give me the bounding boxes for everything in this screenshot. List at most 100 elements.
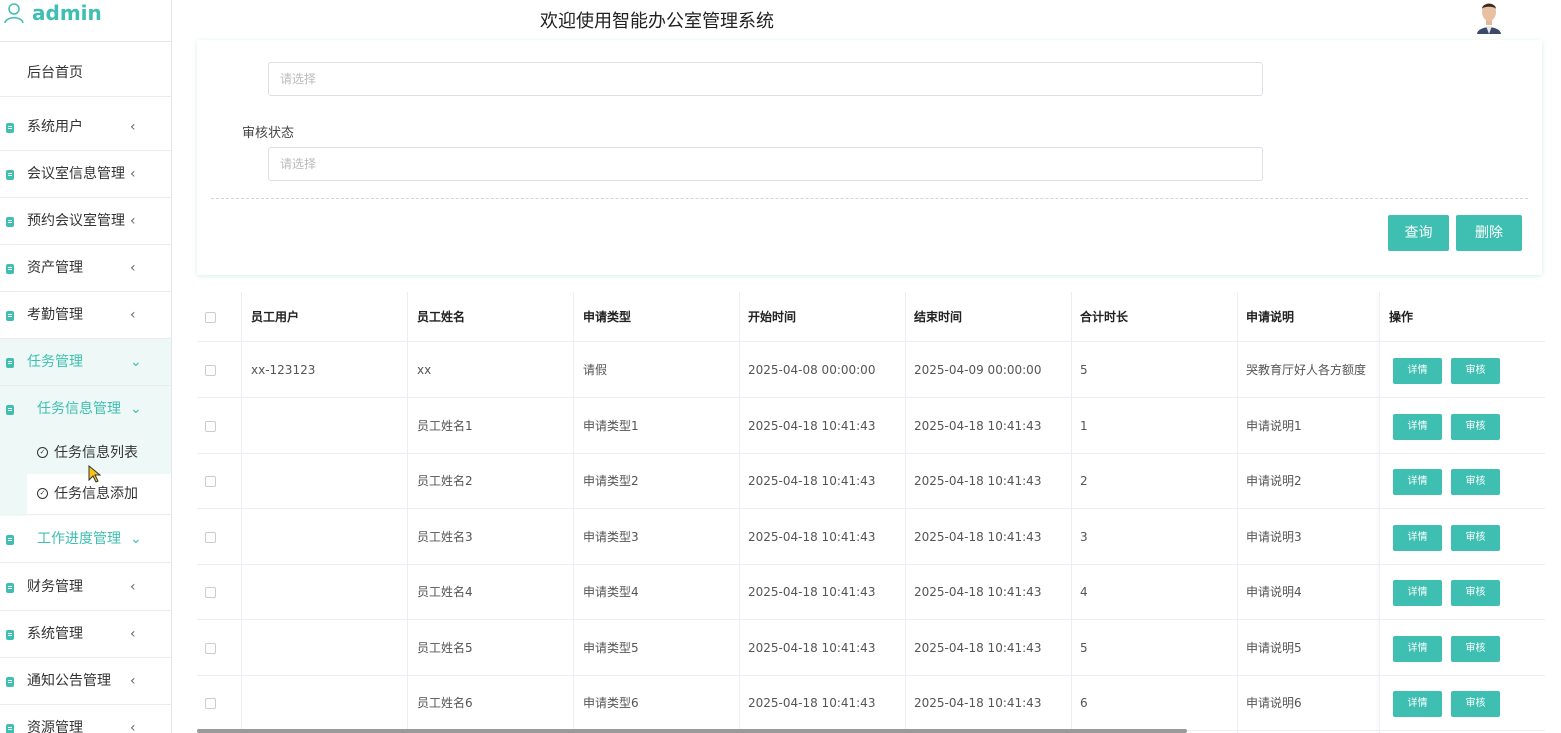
sidebar-item-system-users[interactable]: 系统用户 ‹ [0, 104, 171, 151]
sidebar-item-label: 考勤管理 [27, 307, 83, 323]
table-cell: 申请类型3 [583, 529, 639, 544]
table-header-cell: 结束时间 [914, 310, 963, 324]
sidebar-item-announcements[interactable]: 通知公告管理 ‹ [0, 658, 171, 705]
sidebar-item-meeting-room-info[interactable]: 会议室信息管理 ‹ [0, 151, 171, 198]
delete-button[interactable]: 删除 [1456, 215, 1522, 251]
sidebar-item-label: 预约会议室管理 [27, 213, 125, 229]
query-button[interactable]: 查询 [1388, 215, 1449, 251]
detail-button[interactable]: 详情 [1393, 358, 1442, 384]
document-icon [6, 583, 14, 593]
table-cell: xx-123123 [251, 363, 316, 377]
sidebar-item-label: 系统管理 [27, 626, 83, 642]
review-button[interactable]: 审核 [1451, 469, 1500, 495]
detail-button[interactable]: 详情 [1393, 524, 1442, 551]
chevron-left-icon: ‹ [130, 579, 136, 595]
column-divider [241, 292, 242, 733]
table-cell: 员工姓名1 [417, 418, 473, 433]
sidebar-item-label: 资源管理 [27, 720, 83, 733]
row-checkbox[interactable] [205, 365, 216, 376]
sidebar-item-finance[interactable]: 财务管理 ‹ [0, 564, 171, 611]
row-checkbox[interactable] [205, 531, 216, 543]
detail-button[interactable]: 详情 [1393, 635, 1442, 662]
document-icon [6, 677, 14, 687]
sidebar-item-resources[interactable]: 资源管理 ‹ [0, 705, 171, 733]
sidebar-item-system-management[interactable]: 系统管理 ‹ [0, 611, 171, 658]
chevron-left-icon: ‹ [130, 626, 136, 642]
detail-button[interactable]: 详情 [1393, 413, 1442, 440]
table-cell: 员工姓名6 [417, 696, 473, 710]
sidebar-item-assets[interactable]: 资产管理 ‹ [0, 245, 171, 292]
horizontal-scrollbar[interactable] [197, 729, 1187, 733]
review-button[interactable]: 审核 [1451, 580, 1500, 606]
table-cell: 申请说明1 [1246, 418, 1302, 433]
sidebar-item-label: 工作进度管理 [37, 531, 121, 547]
sidebar-item-meeting-room-booking[interactable]: 预约会议室管理 ‹ [0, 198, 171, 245]
table-cell: 申请类型2 [583, 474, 639, 488]
brand: admin [0, 0, 171, 42]
table-cell: 员工姓名4 [417, 585, 473, 599]
table-cell: 2025-04-18 10:41:43 [748, 418, 876, 433]
detail-button[interactable]: 详情 [1393, 691, 1442, 717]
table-cell: 2025-04-18 10:41:43 [748, 474, 876, 488]
table-cell: 2025-04-18 10:41:43 [914, 696, 1042, 710]
table-cell: 5 [1080, 640, 1088, 655]
review-button[interactable]: 审核 [1451, 635, 1500, 662]
status-select[interactable]: 请选择 [268, 147, 1263, 181]
table-header-cell: 员工姓名 [417, 310, 466, 324]
sidebar-item-label: 任务信息管理 [37, 401, 121, 417]
table-cell: xx [417, 363, 432, 377]
chevron-left-icon: ‹ [130, 119, 136, 135]
avatar[interactable] [1475, 0, 1503, 34]
review-button[interactable]: 审核 [1451, 413, 1500, 440]
table-header-cell: 申请类型 [583, 310, 632, 324]
row-checkbox[interactable] [205, 698, 216, 709]
review-button[interactable]: 审核 [1451, 358, 1500, 384]
table-header-cell: 操作 [1389, 310, 1414, 324]
sidebar-item-label: 通知公告管理 [27, 673, 111, 689]
select-all-checkbox[interactable] [205, 312, 216, 323]
sidebar: admin 后台首页 系统用户 ‹ 会议室信息管理 ‹ 预约会议室管理 ‹ 资产… [0, 0, 172, 733]
page-title: 欢迎使用智能办公室管理系统 [540, 11, 774, 32]
document-icon [6, 123, 14, 133]
review-button[interactable]: 审核 [1451, 691, 1500, 717]
sidebar-item-label: 会议室信息管理 [27, 166, 125, 182]
document-icon [6, 405, 14, 415]
column-divider [905, 292, 906, 733]
chevron-left-icon: ‹ [130, 213, 136, 229]
chevron-down-icon: ⌄ [130, 531, 142, 547]
row-checkbox[interactable] [205, 642, 216, 654]
document-icon [6, 217, 14, 227]
filter-select-1[interactable]: 请选择 [268, 62, 1263, 96]
review-button[interactable]: 审核 [1451, 524, 1500, 551]
table-cell: 2025-04-18 10:41:43 [914, 418, 1042, 433]
table-cell: 2 [1080, 474, 1088, 488]
row-checkbox[interactable] [205, 587, 216, 598]
table-cell: 2025-04-08 00:00:00 [748, 363, 876, 377]
sidebar-item-home[interactable]: 后台首页 [0, 50, 171, 97]
table-row: 员工姓名5 申请类型5 2025-04-18 10:41:43 2025-04-18 … [197, 621, 1545, 676]
table-row: 员工姓名6 申请类型6 2025-04-18 10:41:43 2025-04-18 … [197, 676, 1545, 731]
sidebar-item-attendance[interactable]: 考勤管理 ‹ [0, 292, 171, 339]
detail-button[interactable]: 详情 [1393, 580, 1442, 606]
table-cell: 2025-04-18 10:41:43 [748, 640, 876, 655]
table-header-cell: 员工用户 [251, 310, 300, 324]
table-cell: 2025-04-18 10:41:43 [914, 474, 1042, 488]
table-cell: 员工姓名5 [417, 640, 473, 655]
table-cell: 员工姓名3 [417, 529, 473, 544]
table-cell: 2025-04-18 10:41:43 [914, 585, 1042, 599]
table-cell: 申请说明6 [1246, 696, 1302, 710]
sidebar-item-task-info[interactable]: 任务信息管理 ⌄ [0, 386, 171, 433]
column-divider [1071, 292, 1072, 733]
table-cell: 1 [1080, 418, 1088, 433]
select-placeholder: 请选择 [280, 72, 317, 86]
column-divider [739, 292, 740, 733]
detail-button[interactable]: 详情 [1393, 469, 1442, 495]
row-checkbox[interactable] [205, 420, 216, 432]
table-row: 员工姓名4 申请类型4 2025-04-18 10:41:43 2025-04-18 … [197, 565, 1545, 620]
table-cell: 请假 [583, 363, 608, 377]
row-checkbox[interactable] [205, 476, 216, 487]
sidebar-item-tasks[interactable]: 任务管理 ⌄ [0, 339, 171, 386]
sidebar-item-work-progress[interactable]: 工作进度管理 ⌄ [0, 516, 171, 563]
table-cell: 4 [1080, 585, 1088, 599]
username: admin [32, 1, 102, 25]
